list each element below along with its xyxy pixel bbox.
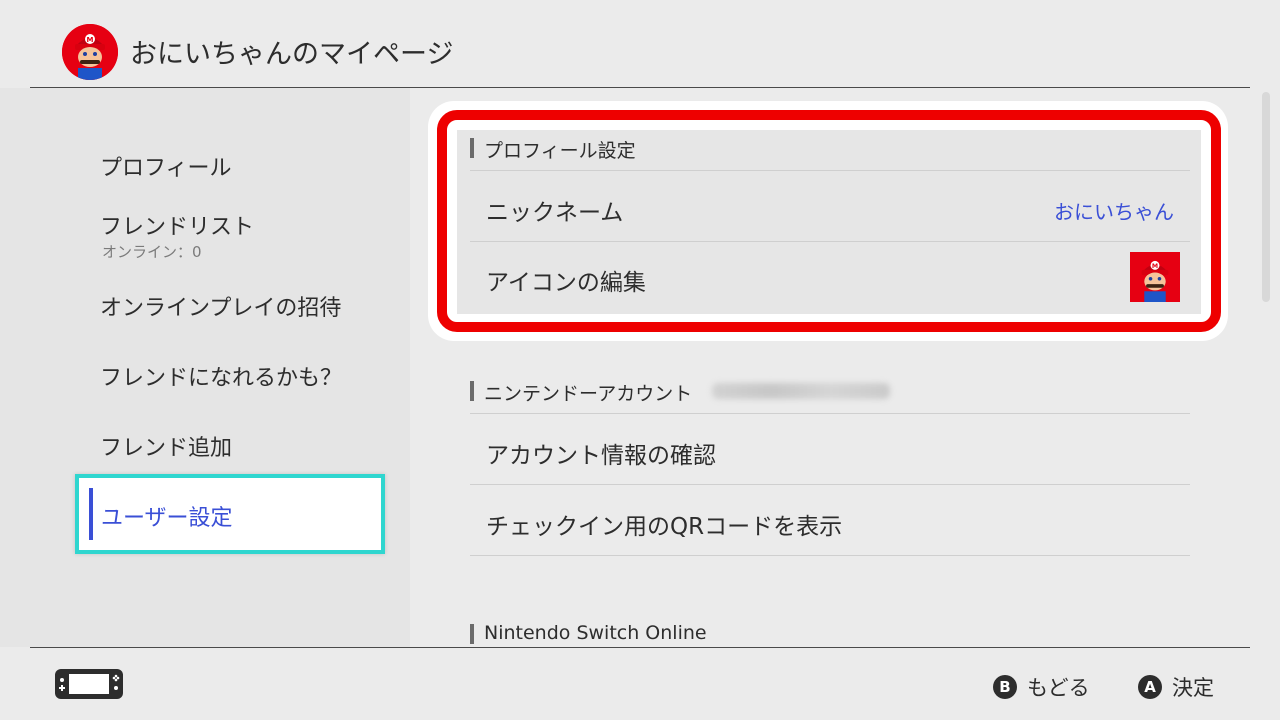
confirm-label: 決定: [1172, 676, 1214, 700]
mario-avatar-icon[interactable]: M: [62, 24, 118, 80]
divider: [470, 241, 1190, 242]
footer-divider: [30, 647, 1250, 648]
account-info-row[interactable]: アカウント情報の確認: [486, 436, 716, 470]
divider: [470, 413, 1190, 414]
svg-text:M: M: [1152, 263, 1158, 270]
online-count: オンライン：0: [102, 243, 202, 261]
confirm-button[interactable]: A 決定: [1138, 672, 1214, 702]
svg-text:M: M: [87, 36, 94, 44]
console-icon: [54, 668, 124, 700]
sidebar-item-label: ユーザー設定: [101, 506, 233, 531]
nickname-value: おにいちゃん: [1054, 200, 1174, 224]
header-divider: [30, 87, 1250, 88]
header: M おにいちゃんのマイページ: [0, 0, 1280, 88]
b-button-icon: B: [993, 675, 1017, 699]
sidebar-item-friend-list[interactable]: フレンドリスト: [100, 209, 254, 241]
sidebar-item-user-settings[interactable]: ユーザー設定: [75, 474, 385, 554]
page-title: おにいちゃんのマイページ: [130, 39, 454, 70]
sidebar-item-add-friend[interactable]: フレンド追加: [100, 430, 232, 462]
redacted-account-id: [712, 383, 890, 399]
divider: [470, 484, 1190, 485]
nickname-row[interactable]: ニックネーム: [486, 193, 623, 227]
sidebar-item-friend-suggestions[interactable]: フレンドになれるかも？: [100, 360, 342, 392]
section-heading-profile: プロフィール設定: [470, 136, 636, 163]
icon-edit-row[interactable]: アイコンの編集: [486, 263, 646, 297]
sidebar-item-online-invites[interactable]: オンラインプレイの招待: [100, 290, 341, 322]
sidebar-item-profile[interactable]: プロフィール: [100, 150, 232, 182]
mario-icon-thumbnail: M: [1130, 252, 1180, 302]
divider: [470, 170, 1190, 171]
divider: [470, 555, 1190, 556]
section-heading-online: Nintendo Switch Online: [470, 622, 707, 644]
a-button-icon: A: [1138, 675, 1162, 699]
selection-indicator: [89, 488, 93, 540]
scrollbar[interactable]: [1262, 92, 1270, 302]
back-label: もどる: [1027, 676, 1090, 700]
back-button[interactable]: B もどる: [993, 672, 1090, 702]
checkin-qr-row[interactable]: チェックイン用のQRコードを表示: [486, 507, 842, 541]
section-heading-account: ニンテンドーアカウント: [470, 379, 692, 406]
